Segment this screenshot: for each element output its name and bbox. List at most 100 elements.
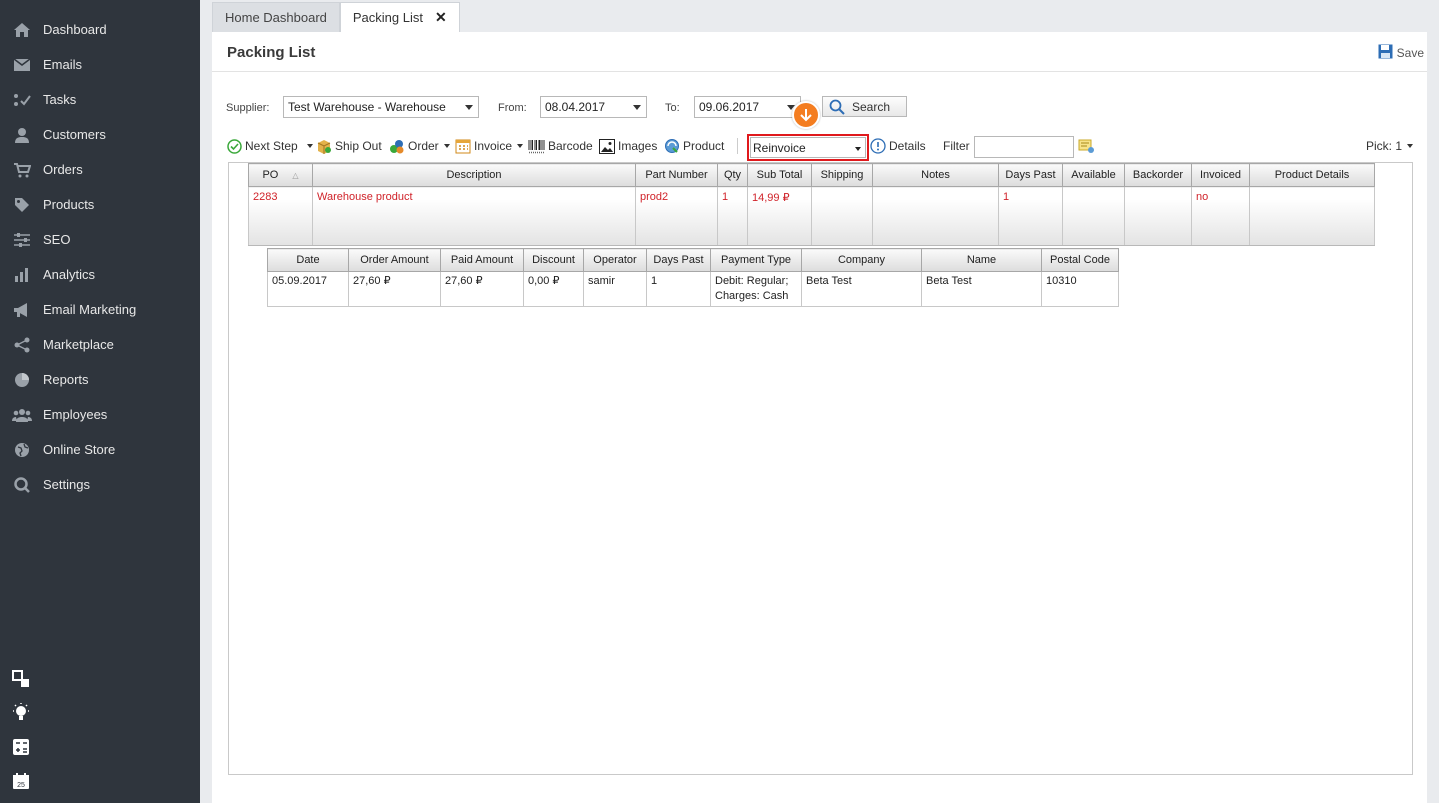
sort-icon: △ <box>292 171 299 180</box>
sidebar-item-tasks[interactable]: Tasks <box>0 82 200 117</box>
ship-out-label: Ship Out <box>335 139 382 153</box>
cart-icon <box>12 160 32 180</box>
column-header[interactable]: PO △ <box>248 163 313 187</box>
ship-out-button[interactable]: Ship Out <box>316 137 382 155</box>
column-header[interactable]: Postal Code <box>1041 248 1119 272</box>
pie-chart-icon <box>12 370 32 390</box>
save-label: Save <box>1396 46 1424 60</box>
sidebar-item-customers[interactable]: Customers <box>0 117 200 152</box>
sidebar-item-email-marketing[interactable]: Email Marketing <box>0 292 200 327</box>
sidebar-item-label: Dashboard <box>43 22 107 37</box>
sidebar-item-label: Online Store <box>43 442 116 457</box>
table-cell: 2283 <box>248 186 313 246</box>
sidebar-item-label: Reports <box>43 372 89 387</box>
tab-label: Home Dashboard <box>225 10 327 25</box>
column-header[interactable]: Description <box>312 163 636 187</box>
lightbulb-icon[interactable] <box>10 702 32 724</box>
sidebar-footer: 25 <box>10 668 32 803</box>
column-header[interactable]: Operator <box>583 248 647 272</box>
pick-dropdown[interactable]: Pick: 1 <box>1366 137 1414 155</box>
widgets-icon[interactable] <box>10 668 32 690</box>
sidebar-item-label: Orders <box>43 162 83 177</box>
person-icon <box>12 125 32 145</box>
column-header[interactable]: Backorder <box>1124 163 1192 187</box>
tab-home-dashboard[interactable]: Home Dashboard <box>212 2 340 32</box>
filter-note-icon <box>1078 139 1095 154</box>
from-date-picker[interactable]: 08.04.2017 <box>540 96 647 118</box>
column-header[interactable]: Notes <box>872 163 999 187</box>
table-cell: 14,99 ₽ <box>747 186 812 246</box>
svg-text:25: 25 <box>17 782 25 789</box>
next-step-label: Next Step <box>245 139 298 153</box>
column-header[interactable]: Payment Type <box>710 248 802 272</box>
column-header[interactable]: Order Amount <box>348 248 441 272</box>
reinvoice-value: Reinvoice <box>753 140 806 155</box>
column-header[interactable]: Available <box>1062 163 1125 187</box>
column-header[interactable]: Part Number <box>635 163 718 187</box>
details-button[interactable]: Details <box>870 137 926 155</box>
column-header[interactable]: Discount <box>523 248 584 272</box>
barcode-button[interactable]: Barcode <box>528 137 593 155</box>
globe-icon <box>12 440 32 460</box>
packing-list-table: PO △ Description Part Number Qty Sub Tota… <box>248 163 1375 246</box>
table-row[interactable]: 05.09.2017 27,60 ₽ 27,60 ₽ 0,00 ₽ samir … <box>267 271 1119 307</box>
sidebar-item-products[interactable]: Products <box>0 187 200 222</box>
search-button[interactable]: Search <box>822 96 907 117</box>
column-header[interactable]: Days Past <box>998 163 1063 187</box>
supplier-select[interactable]: Test Warehouse - Warehouse <box>283 96 479 118</box>
column-header[interactable]: Shipping <box>811 163 873 187</box>
images-button[interactable]: Images <box>599 137 657 155</box>
column-header[interactable]: Name <box>921 248 1042 272</box>
filter-apply-button[interactable] <box>1078 137 1098 155</box>
sidebar-item-label: Tasks <box>43 92 77 107</box>
settings-icon <box>12 475 32 495</box>
sidebar: Dashboard Emails Tasks Customers Orders … <box>0 0 200 803</box>
sidebar-item-marketplace[interactable]: Marketplace <box>0 327 200 362</box>
calculator-icon[interactable] <box>10 736 32 758</box>
table-row[interactable]: 2283 Warehouse product prod2 1 14,99 ₽ 1… <box>248 186 1375 246</box>
pick-label: Pick: 1 <box>1366 139 1403 153</box>
sidebar-item-emails[interactable]: Emails <box>0 47 200 82</box>
next-step-button[interactable]: Next Step <box>227 137 313 155</box>
column-header[interactable]: Invoiced <box>1191 163 1250 187</box>
sidebar-item-orders[interactable]: Orders <box>0 152 200 187</box>
save-button[interactable]: Save <box>1378 44 1424 62</box>
to-date-picker[interactable]: 09.06.2017 <box>694 96 801 118</box>
tab-packing-list[interactable]: Packing List ✕ <box>339 2 460 32</box>
tasks-icon <box>12 90 32 110</box>
images-label: Images <box>618 139 658 153</box>
sidebar-item-online-store[interactable]: Online Store <box>0 432 200 467</box>
calendar-icon[interactable]: 25 <box>10 770 32 792</box>
product-button[interactable]: Product <box>664 137 724 155</box>
column-header[interactable]: Days Past <box>646 248 711 272</box>
package-icon <box>316 139 332 154</box>
sidebar-item-seo[interactable]: SEO <box>0 222 200 257</box>
sidebar-item-dashboard[interactable]: Dashboard <box>0 12 200 47</box>
envelope-icon <box>12 55 32 75</box>
sidebar-item-analytics[interactable]: Analytics <box>0 257 200 292</box>
column-header[interactable]: Sub Total <box>747 163 812 187</box>
column-header[interactable]: Qty <box>717 163 748 187</box>
arrow-down-icon <box>792 101 820 129</box>
chevron-down-icon <box>443 144 450 148</box>
sidebar-item-employees[interactable]: Employees <box>0 397 200 432</box>
invoice-button[interactable]: Invoice <box>455 137 524 155</box>
home-icon <box>12 20 32 40</box>
close-icon[interactable]: ✕ <box>435 9 447 26</box>
table-cell: samir <box>583 271 647 307</box>
table-cell <box>1249 186 1375 246</box>
sidebar-item-reports[interactable]: Reports <box>0 362 200 397</box>
chevron-down-icon <box>517 144 524 148</box>
reinvoice-select[interactable]: Reinvoice <box>747 134 869 161</box>
filter-input[interactable] <box>974 136 1074 158</box>
sidebar-item-settings[interactable]: Settings <box>0 467 200 502</box>
order-detail-table: Date Order Amount Paid Amount Discount O… <box>267 248 1119 307</box>
column-header[interactable]: Product Details <box>1249 163 1375 187</box>
table-cell: Beta Test <box>801 271 922 307</box>
column-header[interactable]: Company <box>801 248 922 272</box>
column-header[interactable]: Paid Amount <box>440 248 524 272</box>
column-header[interactable]: Date <box>267 248 349 272</box>
order-button[interactable]: Order <box>389 137 450 155</box>
chevron-down-icon <box>306 144 313 148</box>
search-icon <box>829 99 845 115</box>
